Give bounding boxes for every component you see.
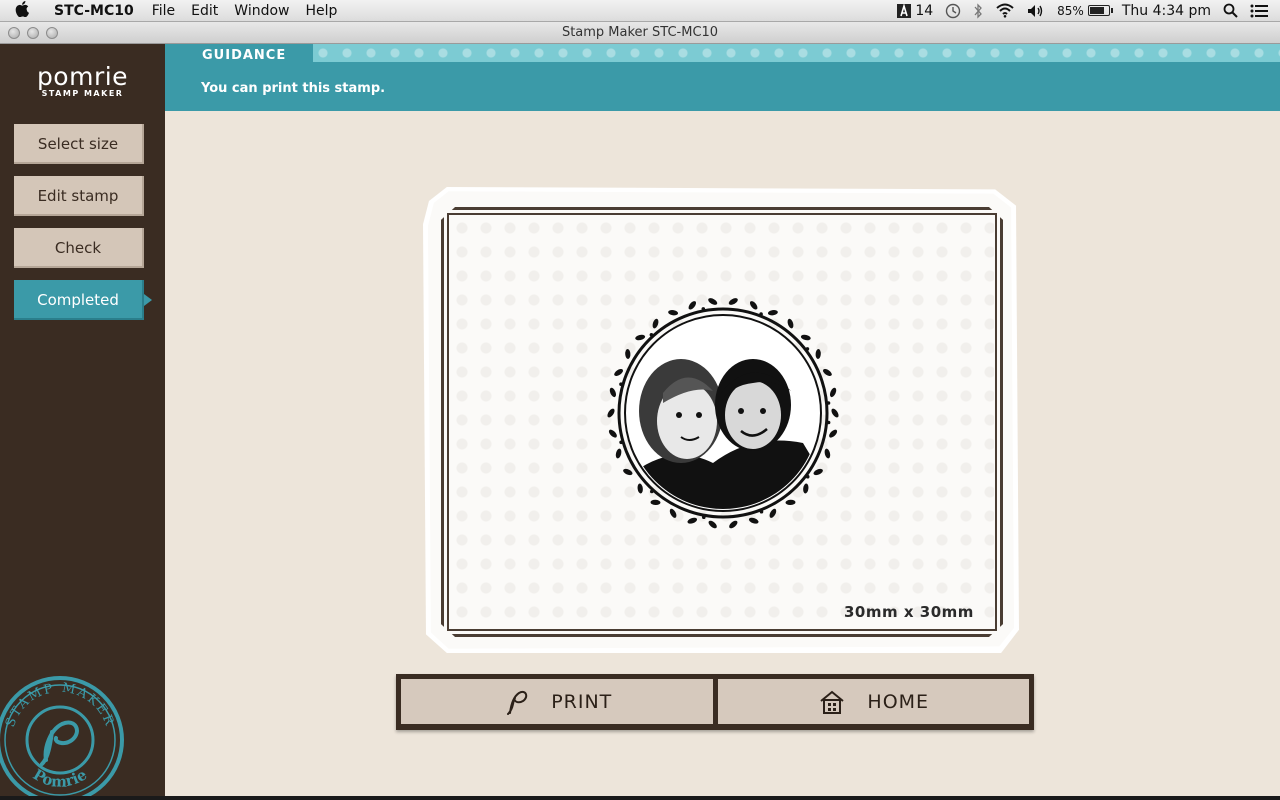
wreath-leaf <box>767 310 778 316</box>
notification-center-icon[interactable] <box>1250 4 1268 18</box>
step-completed[interactable]: Completed <box>14 280 152 320</box>
main-content: 30mm x 30mm PRINT HOME <box>165 111 1280 796</box>
zoom-window-button[interactable] <box>46 27 58 39</box>
print-button[interactable]: PRINT <box>401 679 713 724</box>
seal-bottom-text: Pomrie <box>30 765 90 790</box>
adobe-icon <box>897 3 912 18</box>
spotlight-search-icon[interactable] <box>1223 3 1238 18</box>
window-title: Stamp Maker STC-MC10 <box>561 25 719 40</box>
stamp-preview-image <box>607 298 839 529</box>
wreath-leaf <box>637 483 643 494</box>
wreath-leaf <box>803 483 809 494</box>
app-logo: pomrie STAMP MAKER <box>0 62 165 98</box>
file-menu[interactable]: File <box>144 0 183 22</box>
home-icon <box>820 690 845 714</box>
wreath-leaf <box>708 298 718 305</box>
stamp-maker-seal-logo: STAMP MAKER Pomrie <box>0 676 124 800</box>
step-edit-stamp[interactable]: Edit stamp <box>14 176 144 216</box>
wreath-leaf <box>769 508 777 518</box>
wreath-leaf <box>615 448 622 459</box>
window-controls <box>8 27 58 39</box>
wreath-leaf <box>831 408 839 418</box>
help-menu[interactable]: Help <box>298 0 346 22</box>
sidebar: pomrie STAMP MAKER Select size Edit stam… <box>0 44 165 800</box>
wreath-leaf <box>625 349 631 359</box>
volume-icon[interactable] <box>1027 4 1045 18</box>
wreath-leaf <box>623 468 633 476</box>
wreath-leaf <box>823 368 832 377</box>
logo-brand: pomrie <box>36 62 129 91</box>
home-label: HOME <box>867 690 930 713</box>
wreath-leaf <box>728 298 738 305</box>
wreath-leaf <box>650 499 661 506</box>
battery-status[interactable]: 85% <box>1057 3 1113 18</box>
home-button[interactable]: HOME <box>717 679 1029 724</box>
guidance-tab: GUIDANCE <box>202 48 287 63</box>
battery-icon <box>1087 5 1113 16</box>
wreath-leaf <box>815 349 821 359</box>
edit-menu[interactable]: Edit <box>183 0 226 22</box>
minimize-window-button[interactable] <box>27 27 39 39</box>
wreath-leaf <box>829 387 837 398</box>
time-machine-icon[interactable] <box>945 3 961 19</box>
wreath-leaf <box>669 508 677 518</box>
wreath-leaf <box>824 448 831 459</box>
adobe-status[interactable]: 14 <box>897 3 933 19</box>
wreath-leaf <box>668 310 679 316</box>
wreath-leaf <box>729 520 738 529</box>
guidance-pattern <box>313 44 1280 62</box>
clock[interactable]: Thu 4:34 pm <box>1122 3 1211 19</box>
wreath-leaf <box>652 318 659 329</box>
print-label: PRINT <box>551 690 613 713</box>
wreath-leaf <box>785 499 796 506</box>
wreath-leaf <box>749 301 758 310</box>
wreath-leaf <box>607 408 615 418</box>
apple-menu-icon[interactable] <box>0 0 44 21</box>
wreath-leaf <box>688 301 697 310</box>
logo-subtitle: STAMP MAKER <box>41 89 124 98</box>
svg-text:Pomrie: Pomrie <box>30 765 90 790</box>
app-menu[interactable]: STC-MC10 <box>44 0 144 22</box>
close-window-button[interactable] <box>8 27 20 39</box>
adobe-count: 14 <box>915 2 934 19</box>
wreath-leaf <box>813 468 823 476</box>
wreath-leaf <box>687 517 698 524</box>
action-bar: PRINT HOME <box>396 674 1034 730</box>
guidance-message: You can print this stamp. <box>201 81 386 96</box>
bluetooth-icon[interactable] <box>973 2 983 19</box>
wreath-leaf <box>614 368 623 377</box>
guidance-bar: GUIDANCE You can print this stamp. <box>165 44 1280 111</box>
battery-level <box>1089 7 1105 14</box>
wreath-leaf <box>800 334 811 341</box>
wifi-icon[interactable] <box>995 3 1015 18</box>
wreath-leaf <box>635 334 646 341</box>
menu-bar: STC-MC10 File Edit Window Help 14 85% Th… <box>0 0 1280 22</box>
window-title-bar: Stamp Maker STC-MC10 <box>0 22 1280 44</box>
wreath-leaf <box>708 520 717 529</box>
svg-text:STAMP MAKER: STAMP MAKER <box>3 681 117 730</box>
seal-top-text: STAMP MAKER <box>3 681 115 730</box>
stamp-size-label: 30mm x 30mm <box>844 603 974 621</box>
step-select-size[interactable]: Select size <box>14 124 144 164</box>
wreath-leaf <box>748 517 759 524</box>
window-menu[interactable]: Window <box>226 0 297 22</box>
wreath-leaf <box>608 429 617 438</box>
wreath-leaf <box>609 387 617 398</box>
bottom-edge <box>0 796 1280 800</box>
pomrie-p-icon <box>507 690 528 715</box>
wreath-leaf <box>829 429 838 438</box>
wreath-leaf <box>787 318 794 329</box>
step-check[interactable]: Check <box>14 228 144 268</box>
battery-percent: 85% <box>1057 3 1084 18</box>
